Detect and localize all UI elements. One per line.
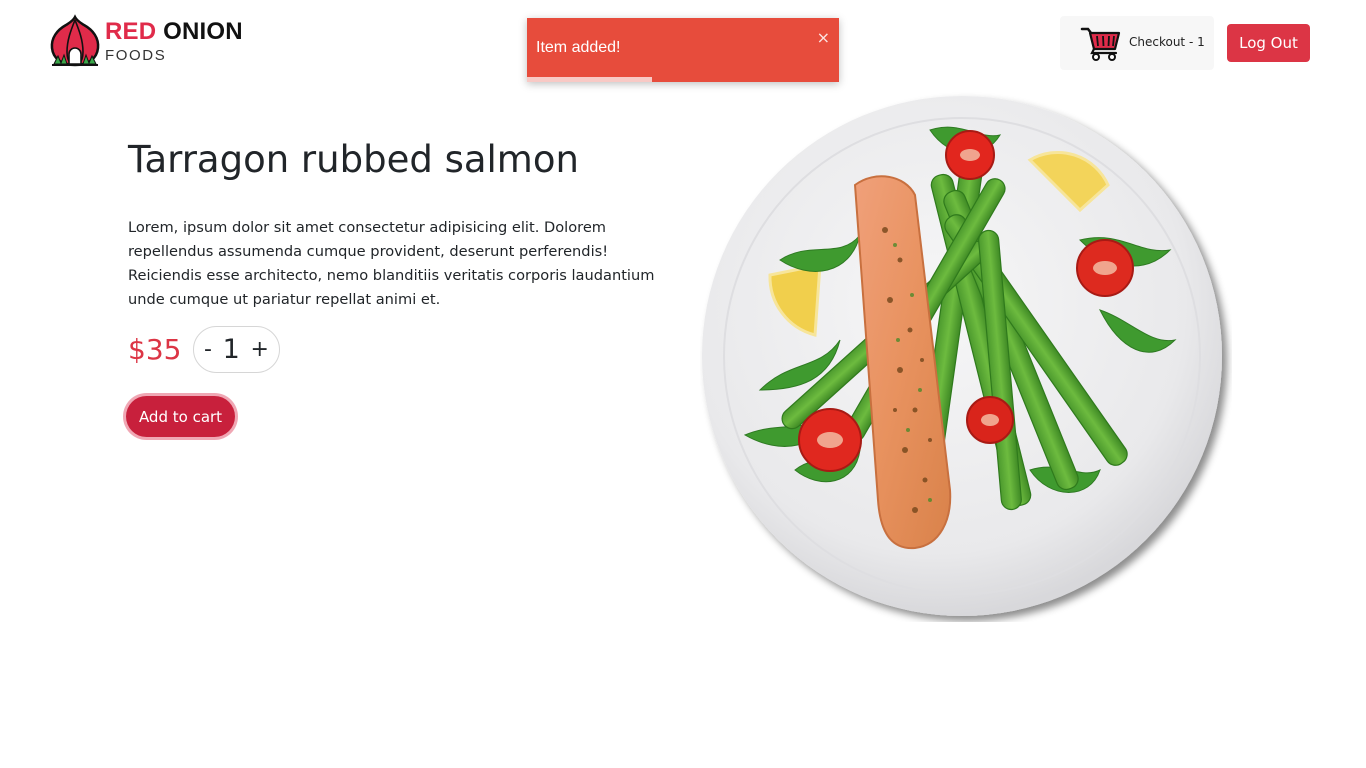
quantity-value: 1 <box>222 334 240 365</box>
brand-name-dark: ONION <box>163 17 243 45</box>
brand-logo[interactable]: RED ONION FOODS <box>49 14 243 68</box>
increment-button[interactable]: + <box>251 338 269 361</box>
product-description: Lorem, ipsum dolor sit amet consectetur … <box>128 219 655 308</box>
checkout-button[interactable]: Checkout - 1 <box>1060 16 1214 70</box>
onion-logo-icon <box>50 14 100 67</box>
product-price: $35 <box>128 333 182 366</box>
brand-name-red: RED <box>105 17 157 45</box>
toast-notification: Item added! × <box>527 18 839 82</box>
close-icon[interactable]: × <box>817 30 830 46</box>
shopping-cart-icon <box>1080 27 1121 61</box>
product-image <box>702 96 1222 616</box>
toast-message: Item added! <box>536 39 621 56</box>
logout-button[interactable]: Log Out <box>1227 24 1310 62</box>
decrement-button[interactable]: - <box>204 338 212 361</box>
brand-subtitle: FOODS <box>105 46 167 64</box>
add-to-cart-button[interactable]: Add to cart <box>126 396 235 437</box>
toast-progress-bar <box>527 77 652 82</box>
checkout-label: Checkout - 1 <box>1129 35 1205 49</box>
quantity-stepper: - 1 + <box>193 326 280 373</box>
product-title: Tarragon rubbed salmon <box>128 138 579 181</box>
